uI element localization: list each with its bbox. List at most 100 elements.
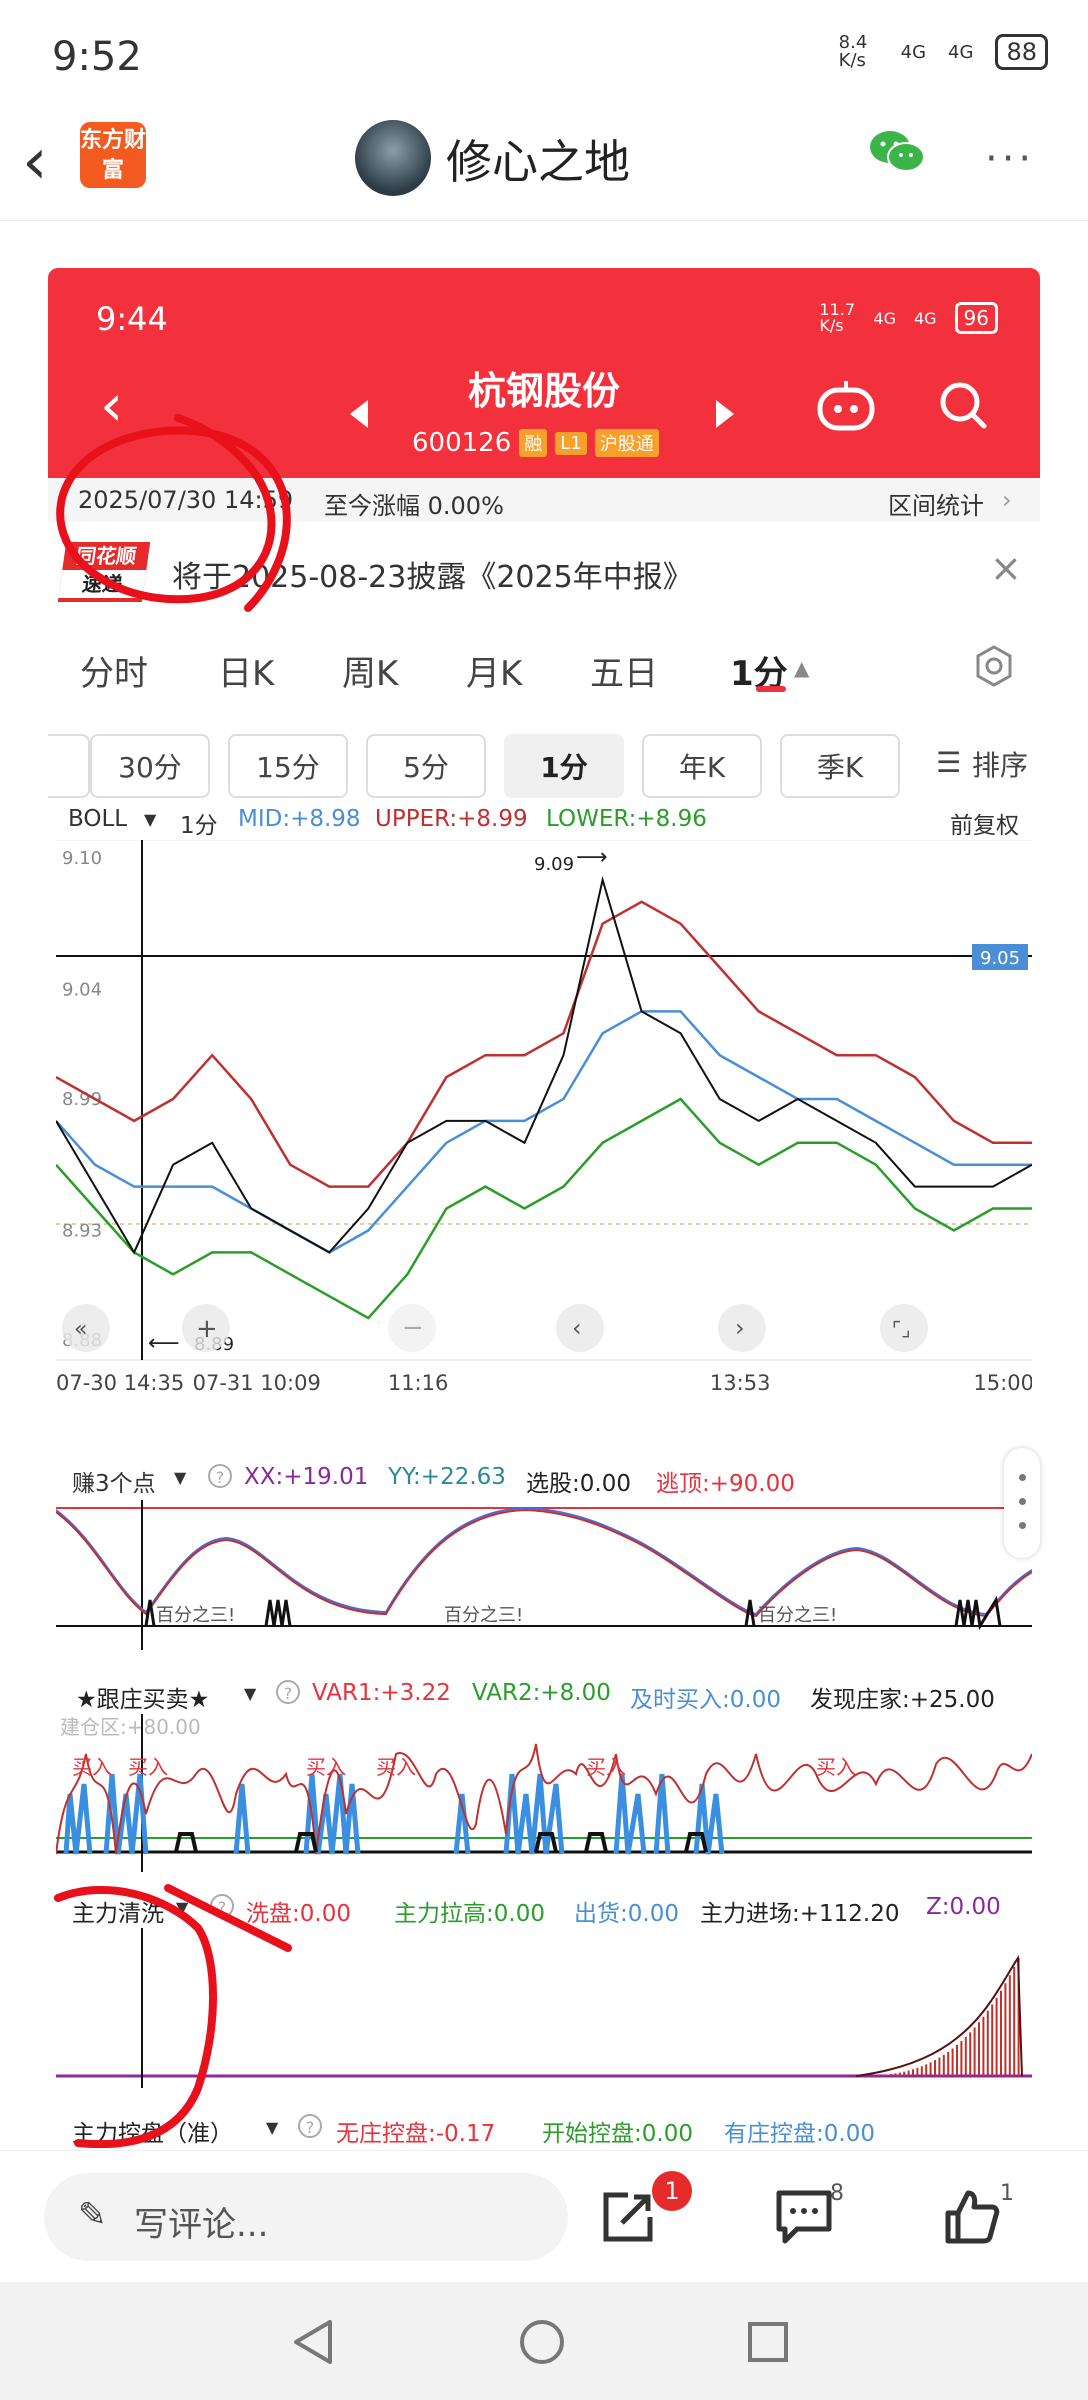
wash-bar (1004, 1983, 1007, 2076)
stock-tag: 沪股通 (594, 429, 659, 457)
wash-bar (903, 2071, 906, 2076)
follow-mark: 买入 (128, 1755, 168, 1779)
wash-bar (986, 2010, 989, 2076)
help-icon[interactable]: ? (208, 1464, 232, 1488)
chevron-right-icon: › (1002, 486, 1012, 514)
stock-name: 杭钢股份 (467, 369, 620, 413)
sort-label[interactable]: 排序 (972, 744, 1028, 784)
x-tick-label: 15:00 (973, 1371, 1032, 1395)
chevron-left-icon: ‹ (572, 1314, 582, 1342)
follow-var1: VAR1:+3.22 (312, 1680, 451, 1706)
period-button[interactable]: 年K (642, 734, 762, 798)
follow-var2: VAR2:+8.00 (472, 1680, 611, 1706)
x-tick-label: 13:53 (710, 1371, 771, 1395)
interval-stats[interactable]: 区间统计 (888, 486, 984, 521)
help-icon[interactable]: ? (276, 1680, 300, 1704)
comment-input[interactable]: ✎ 写评论... (44, 2173, 568, 2261)
share-icon[interactable] (600, 2189, 656, 2245)
like-count: 1 (1000, 2181, 1014, 2206)
boll-name[interactable]: BOLL (68, 806, 127, 832)
dropdown-icon[interactable]: ▼ (244, 1684, 256, 1703)
follow-name[interactable]: ★跟庄买卖★ (76, 1680, 209, 1714)
period-button[interactable]: 30分 (90, 734, 210, 798)
dropdown-icon[interactable]: ▼ (144, 810, 156, 829)
period-button[interactable]: 季K (780, 734, 900, 798)
follow-mark: 买入 (816, 1755, 856, 1779)
period-button[interactable]: 5分 (366, 734, 486, 798)
tab-five-day[interactable]: 五日 (590, 646, 658, 695)
drag-handle[interactable] (1004, 1448, 1040, 1558)
plus-icon: + (196, 1314, 218, 1344)
more-icon[interactable]: ··· (985, 136, 1035, 182)
dropdown-icon[interactable]: ▼ (174, 1468, 186, 1487)
search-icon[interactable] (938, 380, 988, 430)
wash-bar (907, 2070, 910, 2076)
x-tick-label: 07-31 10:09 (193, 1371, 321, 1395)
back-icon[interactable]: ‹ (22, 130, 48, 194)
signal-icon-2: 4G (948, 41, 974, 63)
nav-recents-icon[interactable] (746, 2320, 790, 2364)
earn-mark: 百分之三! (444, 1605, 523, 1626)
shared-screenshot: 9:44 11.7 K/s 4G 4G 96 ‹ 杭钢股份 600126 融 L… (48, 268, 1040, 2148)
follow-header: ★跟庄买卖★ ▼ ? VAR1:+3.22 VAR2:+8.00 及时买入:0.… (48, 1674, 1040, 1714)
follow-build: 建仓区:+80.00 (60, 1715, 201, 1739)
minus-icon: − (402, 1313, 424, 1343)
wash-bar (885, 2074, 888, 2076)
app-header: ‹ 东方财富 修心之地 ··· (0, 100, 1088, 221)
wash-bar (929, 2062, 932, 2076)
system-nav-bar (0, 2282, 1088, 2400)
nav-back-icon[interactable] (290, 2318, 336, 2366)
wash-bar (881, 2074, 884, 2076)
comment-icon[interactable] (775, 2189, 833, 2245)
period-button-selected[interactable]: 1分 (504, 734, 624, 798)
arrow-right-icon: ⟶ (576, 845, 608, 870)
settings-icon[interactable] (972, 644, 1016, 688)
period-button[interactable]: 15分 (228, 734, 348, 798)
close-icon[interactable]: × (990, 546, 1022, 590)
stock-code: 600126 (412, 428, 512, 458)
follow-buy: 及时买入:0.00 (630, 1687, 781, 1713)
price-chart[interactable]: 9.109.048.998.938.88 9.09 ⟶ 8.89 ⟵ 9.05 … (56, 840, 1032, 1404)
current-price-label: 9.05 (980, 948, 1020, 969)
status-icons: 8.4 K/s 4G 4G 88 (839, 34, 1048, 70)
adjust-label[interactable]: 前复权 (950, 806, 1019, 840)
earn-name[interactable]: 赚3个点 (72, 1464, 156, 1498)
nav-home-icon[interactable] (518, 2318, 566, 2366)
robot-icon[interactable] (816, 378, 876, 432)
wash-bar (894, 2073, 897, 2076)
stock-tag: 融 (519, 429, 548, 457)
app-logo: 东方财富 (80, 122, 146, 188)
tab-underline (756, 686, 786, 692)
page-title: 修心之地 (446, 135, 630, 189)
control-have: 有庄控盘:0.00 (724, 2121, 875, 2147)
earn-xg: 选股:0.00 (526, 1471, 631, 1497)
wash-bar (934, 2060, 936, 2076)
period-button-partial[interactable] (48, 734, 90, 798)
wash-bar (964, 2036, 967, 2076)
wash-bar (925, 2064, 928, 2076)
like-icon[interactable] (944, 2189, 1000, 2245)
wash-bar (969, 2032, 972, 2076)
wash-bar (1013, 1966, 1016, 2076)
inner-status-icons: 11.7 K/s 4G 4G 96 (819, 302, 998, 334)
boll-upper: UPPER:+8.99 (375, 806, 528, 832)
wechat-icon[interactable] (868, 128, 926, 176)
inner-battery-icon: 96 (954, 302, 998, 334)
wash-bar (920, 2066, 923, 2076)
follow-mark: 买入 (306, 1755, 346, 1779)
comment-placeholder: 写评论... (134, 2205, 269, 2245)
high-label: 9.09 (534, 854, 574, 875)
tab-month[interactable]: 月K (466, 646, 522, 695)
wash-bar (995, 1997, 998, 2076)
boll-header: BOLL ▼ 1分 MID:+8.98 UPPER:+8.99 LOWER:+8… (48, 800, 1040, 840)
wash-bar (982, 2016, 985, 2076)
change-since: 至今涨幅 0.00% (324, 492, 504, 520)
tab-week[interactable]: 周K (342, 646, 398, 695)
avatar[interactable] (355, 120, 431, 196)
annotation-circle (56, 414, 291, 612)
x-tick-label: 11:16 (388, 1371, 449, 1395)
status-bar: 9:52 8.4 K/s 4G 4G 88 (0, 0, 1088, 100)
next-stock-icon[interactable] (716, 400, 734, 428)
wash-z: Z:0.00 (926, 1894, 1001, 1920)
sort-icon[interactable]: ☰ (936, 746, 961, 779)
